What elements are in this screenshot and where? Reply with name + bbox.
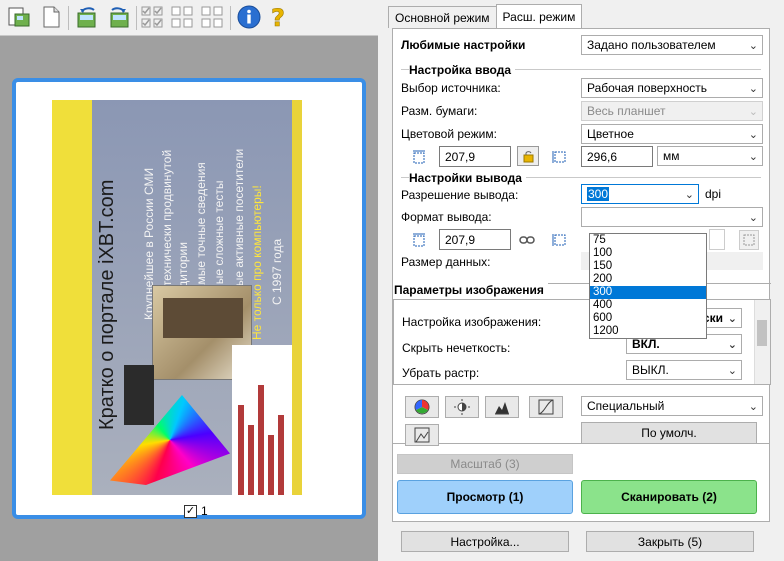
resolution-label: Разрешение вывода:	[401, 188, 519, 202]
image-settings-scrollbar[interactable]	[754, 300, 770, 384]
output-height-field[interactable]	[709, 229, 725, 250]
output-width-icon	[411, 232, 427, 248]
favorites-select[interactable]: Задано пользователем ⌄	[581, 35, 763, 55]
image-settings-list: Настройка изображения: Автоматически⌄ Ск…	[393, 299, 771, 385]
advanced-settings-panel: Любимые настройки Задано пользователем ⌄ …	[392, 28, 771, 444]
preview-pane: ? Кратко о портале iXBT.com Крупнейшее в…	[0, 0, 378, 561]
color-adjust-panel: Специальный ⌄ По умолч. Масштаб (3) Просм…	[392, 396, 770, 522]
resolution-option[interactable]: 400	[590, 299, 706, 312]
svg-text:?: ?	[271, 4, 285, 30]
deselect-all-icon[interactable]	[200, 4, 226, 30]
scan-title: Кратко о портале iXBT.com	[96, 179, 118, 430]
resolution-select[interactable]: 300 ⌄	[581, 184, 699, 204]
trim-icon[interactable]	[739, 230, 759, 250]
descreen-select[interactable]: ВЫКЛ. ⌄	[626, 360, 742, 380]
resolution-option[interactable]: 1200	[590, 325, 706, 338]
scan-button[interactable]: Сканировать (2)	[581, 480, 757, 514]
color-balance-icon[interactable]	[405, 396, 439, 418]
output-height-icon	[551, 232, 567, 248]
dpi-unit: dpi	[705, 187, 722, 201]
input-height-field[interactable]: 296,6	[581, 146, 653, 167]
mode-tabs: Основной режим Расш. режим	[388, 4, 583, 28]
color-settings-select[interactable]: Специальный ⌄	[581, 396, 763, 416]
help-icon[interactable]: ?	[266, 4, 292, 33]
resolution-option[interactable]: 75	[590, 234, 706, 247]
resolution-option[interactable]: 200	[590, 273, 706, 286]
preview-button[interactable]: Просмотр (1)	[397, 480, 573, 514]
page-label: ✓ 1	[184, 504, 208, 518]
favorites-label: Любимые настройки	[401, 38, 526, 52]
resolution-option[interactable]: 100	[590, 247, 706, 260]
label-box	[124, 365, 154, 425]
source-label: Выбор источника:	[401, 81, 501, 95]
input-settings-title: Настройка ввода	[409, 63, 515, 77]
link-icon[interactable]	[519, 232, 535, 248]
data-size-label: Размер данных:	[401, 255, 491, 269]
width-icon	[411, 149, 427, 165]
defaults-button[interactable]: По умолч.	[581, 422, 757, 444]
rotate-left-icon[interactable]	[74, 4, 100, 30]
output-format-select[interactable]: ⌄	[581, 207, 763, 227]
unit-select[interactable]: мм ⌄	[657, 146, 763, 166]
paper-size-label: Разм. бумаги:	[401, 104, 478, 118]
scan-mode-icon[interactable]	[6, 4, 32, 30]
scan-bullet: С 1997 года	[270, 238, 284, 305]
height-icon	[551, 149, 567, 165]
resolution-option-selected[interactable]: 300	[590, 286, 706, 299]
final-review-icon[interactable]	[405, 424, 439, 446]
tab-advanced-mode[interactable]: Расш. режим	[495, 4, 583, 28]
settings-pane: Основной режим Расш. режим Любимые настр…	[384, 0, 784, 561]
output-width-field[interactable]: 207,9	[439, 229, 511, 250]
image-adjust-label: Настройка изображения:	[402, 315, 542, 329]
brightness-icon[interactable]	[445, 396, 479, 418]
page-checkbox[interactable]: ✓	[184, 504, 197, 518]
scanned-image: Кратко о портале iXBT.com Крупнейшее в Р…	[52, 100, 302, 495]
page-number: 1	[201, 504, 208, 518]
toolbar: ?	[0, 0, 378, 36]
image-settings-title: Параметры изображения	[393, 283, 548, 297]
color-mode-label: Цветовой режим:	[401, 127, 497, 141]
close-button[interactable]: Закрыть (5)	[586, 531, 754, 552]
resolution-dropdown-list: 75 100 150 200 300 400 600 1200	[589, 233, 707, 339]
output-settings-title: Настройки вывода	[409, 171, 526, 185]
source-select[interactable]: Рабочая поверхность ⌄	[581, 78, 763, 98]
color-mode-select[interactable]: Цветное ⌄	[581, 124, 763, 144]
unsharp-label: Скрыть нечеткость:	[402, 341, 511, 355]
tone-curve-icon[interactable]	[529, 396, 563, 418]
tab-basic-mode[interactable]: Основной режим	[388, 6, 497, 28]
scan-bullet: Самые точные сведения	[194, 162, 208, 300]
lock-aspect-icon[interactable]	[517, 146, 539, 166]
histogram-icon[interactable]	[485, 396, 519, 418]
scan-bullet: Не только про компьютеры!	[250, 185, 264, 340]
preferences-button[interactable]: Настройка...	[401, 531, 569, 552]
descreen-label: Убрать растр:	[402, 366, 480, 380]
zoom-button: Масштаб (3)	[397, 454, 573, 474]
resolution-option[interactable]: 600	[590, 312, 706, 325]
bar-chart-image	[232, 345, 292, 495]
rotate-right-icon[interactable]	[106, 4, 132, 30]
select-all-icon[interactable]	[140, 4, 166, 30]
paper-size-select: Весь планшет ⌄	[581, 101, 763, 121]
output-format-label: Формат вывода:	[401, 210, 492, 224]
page-thumbnail[interactable]: Кратко о портале iXBT.com Крупнейшее в Р…	[12, 78, 366, 519]
new-page-icon[interactable]	[38, 4, 64, 30]
resolution-option[interactable]: 150	[590, 260, 706, 273]
deselect-icon[interactable]	[170, 4, 196, 30]
input-width-field[interactable]: 207,9	[439, 146, 511, 167]
info-icon[interactable]	[236, 4, 262, 30]
